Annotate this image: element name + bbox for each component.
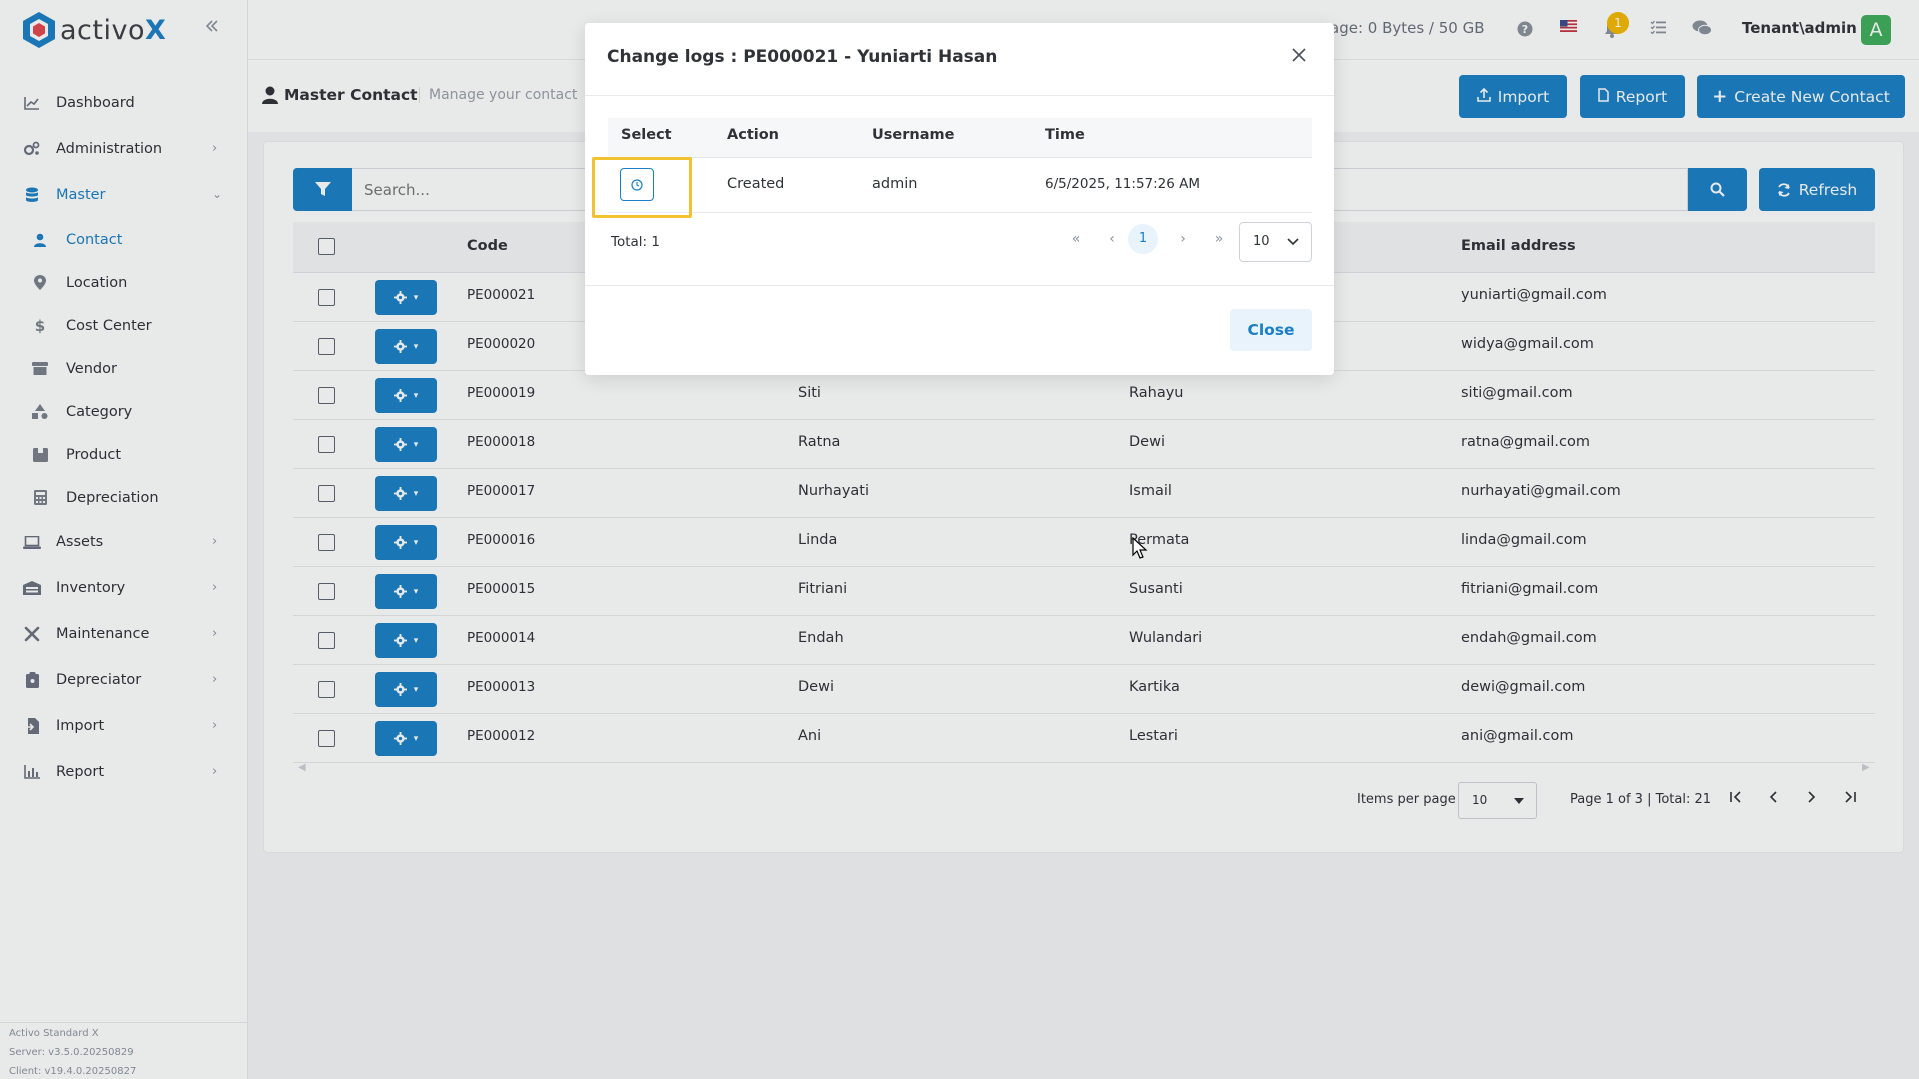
modal-column-username: Username (872, 127, 955, 143)
close-icon[interactable] (1291, 47, 1309, 65)
close-button[interactable]: Close (1230, 309, 1312, 351)
modal-divider (585, 95, 1334, 96)
modal-total: Total: 1 (611, 234, 660, 250)
modal-footer-divider (585, 285, 1334, 286)
change-logs-modal: Change logs : PE000021 - Yuniarti Hasan … (585, 23, 1334, 375)
first-page-icon[interactable]: « (1066, 231, 1086, 251)
modal-table-row (608, 158, 1312, 213)
chevron-down-icon (1287, 238, 1299, 246)
log-username: admin (872, 176, 918, 192)
prev-page-icon[interactable]: ‹ (1102, 231, 1122, 251)
mouse-cursor-icon (1132, 537, 1148, 559)
modal-table-header (608, 118, 1312, 158)
current-page-button[interactable]: 1 (1128, 224, 1158, 254)
modal-page-size-value: 10 (1253, 234, 1270, 249)
modal-page-size-select[interactable]: 10 (1239, 222, 1312, 262)
modal-column-time: Time (1045, 127, 1085, 143)
next-page-icon[interactable]: › (1173, 231, 1193, 251)
highlight-box (592, 157, 692, 218)
modal-column-select: Select (621, 127, 672, 143)
log-time: 6/5/2025, 11:57:26 AM (1045, 176, 1201, 192)
log-action: Created (727, 176, 785, 192)
last-page-icon[interactable]: » (1209, 231, 1229, 251)
modal-column-action: Action (727, 127, 780, 143)
modal-title: Change logs : PE000021 - Yuniarti Hasan (607, 47, 998, 67)
